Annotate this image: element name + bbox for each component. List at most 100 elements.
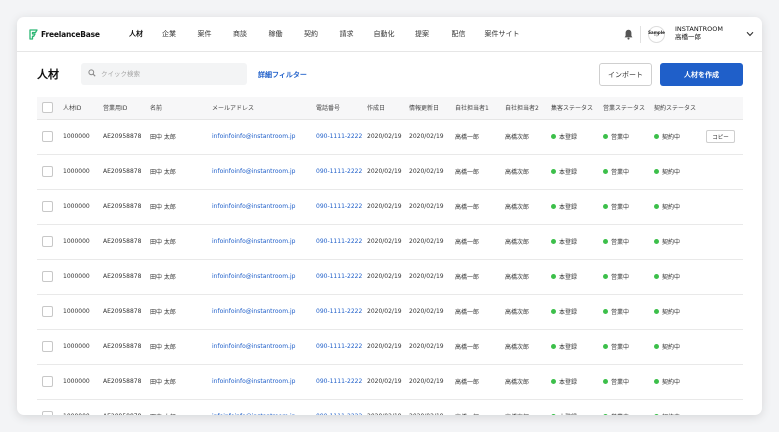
row-checkbox[interactable] <box>42 201 53 212</box>
search-input[interactable] <box>101 70 231 78</box>
nav-item-7[interactable]: 自動化 <box>364 17 404 52</box>
status-dot-icon <box>603 204 608 209</box>
cell-rep-2: 高橋次郎 <box>505 294 551 330</box>
chevron-down-icon[interactable] <box>746 31 754 37</box>
nav-item-10[interactable]: 案件サイト <box>477 17 527 52</box>
notification-bell-icon[interactable] <box>624 29 633 40</box>
nav-item-2[interactable]: 案件 <box>187 17 222 52</box>
row-checkbox[interactable] <box>42 376 53 387</box>
import-button[interactable]: インポート <box>599 63 652 86</box>
company-avatar[interactable]: Sample logo <box>648 26 665 43</box>
cell-acquisition-status: 本登録 <box>551 154 603 190</box>
cell-contract-status: 契約中 <box>654 189 706 225</box>
status-dot-icon <box>654 414 659 415</box>
cell-rep-1: 高橋一郎 <box>455 189 505 225</box>
column-header: 自社担当者1 <box>455 97 505 120</box>
row-checkbox[interactable] <box>42 131 53 142</box>
table-row[interactable]: 1000000AE20958878田中 太郎infoinfoinfo@insta… <box>37 189 743 225</box>
status-dot-icon <box>654 134 659 139</box>
nav-item-9[interactable]: 配信 <box>440 17 477 52</box>
status-badge: 契約中 <box>654 237 706 246</box>
cell-email[interactable]: infoinfoinfo@instantroom.jp <box>212 224 316 260</box>
cell-sales-id: AE20958878 <box>103 224 150 260</box>
quick-search[interactable] <box>81 63 247 85</box>
copy-button[interactable]: コピー <box>706 130 735 143</box>
select-all-checkbox[interactable] <box>42 102 53 114</box>
status-label: 本登録 <box>559 309 578 316</box>
table-row[interactable]: 1000000AE20958878田中 太郎infoinfoinfo@insta… <box>37 154 743 190</box>
nav-item-6[interactable]: 請求 <box>329 17 364 52</box>
status-badge: 契約中 <box>654 412 706 415</box>
table-row[interactable]: 1000000AE20958878田中 太郎infoinfoinfo@insta… <box>37 399 743 415</box>
cell-email[interactable]: infoinfoinfo@instantroom.jp <box>212 294 316 330</box>
cell-phone[interactable]: 090-1111-2222 <box>316 224 367 260</box>
nav-item-3[interactable]: 商談 <box>222 17 258 52</box>
cell-phone[interactable]: 090-1111-2222 <box>316 329 367 365</box>
advanced-filter-link[interactable]: 詳細フィルター <box>258 70 307 80</box>
nav-item-4[interactable]: 稼働 <box>258 17 293 52</box>
cell-email[interactable]: infoinfoinfo@instantroom.jp <box>212 364 316 400</box>
cell-email[interactable]: infoinfoinfo@instantroom.jp <box>212 329 316 365</box>
row-action-cell: コピー <box>706 119 743 155</box>
table-row[interactable]: 1000000AE20958878田中 太郎infoinfoinfo@insta… <box>37 224 743 260</box>
cell-email[interactable]: infoinfoinfo@instantroom.jp <box>212 119 316 155</box>
cell-sales-id: AE20958878 <box>103 154 150 190</box>
cell-updated-date: 2020/02/19 <box>409 154 455 190</box>
table-row[interactable]: 1000000AE20958878田中 太郎infoinfoinfo@insta… <box>37 329 743 365</box>
cell-email[interactable]: infoinfoinfo@instantroom.jp <box>212 399 316 415</box>
nav-item-5[interactable]: 契約 <box>293 17 329 52</box>
column-header: 情報更新日 <box>409 97 455 120</box>
user-info[interactable]: INSTANTROOM 高橋一郎 <box>675 25 723 41</box>
cell-sales-status: 営業中 <box>603 154 654 190</box>
cell-contract-status: 契約中 <box>654 329 706 365</box>
table-row[interactable]: 1000000AE20958878田中 太郎infoinfoinfo@insta… <box>37 364 743 400</box>
cell-phone[interactable]: 090-1111-2222 <box>316 189 367 225</box>
row-checkbox[interactable] <box>42 411 53 415</box>
cell-phone[interactable]: 090-1111-2222 <box>316 399 367 415</box>
cell-updated-date: 2020/02/19 <box>409 119 455 155</box>
status-dot-icon <box>603 379 608 384</box>
cell-phone[interactable]: 090-1111-2222 <box>316 364 367 400</box>
cell-acquisition-status: 本登録 <box>551 294 603 330</box>
cell-sales-id: AE20958878 <box>103 119 150 155</box>
cell-sales-id: AE20958878 <box>103 329 150 365</box>
cell-name: 田中 太郎 <box>150 119 212 155</box>
cell-updated-date: 2020/02/19 <box>409 224 455 260</box>
status-label: 契約中 <box>662 379 681 386</box>
cell-contract-status: 契約中 <box>654 119 706 155</box>
status-badge: 本登録 <box>551 202 603 211</box>
cell-rep-1: 高橋一郎 <box>455 399 505 415</box>
status-badge: 契約中 <box>654 167 706 176</box>
nav-item-0[interactable]: 人材 <box>121 17 151 52</box>
row-checkbox[interactable] <box>42 271 53 282</box>
cell-phone[interactable]: 090-1111-2222 <box>316 259 367 295</box>
cell-phone[interactable]: 090-1111-2222 <box>316 119 367 155</box>
cell-email[interactable]: infoinfoinfo@instantroom.jp <box>212 189 316 225</box>
nav-item-1[interactable]: 企業 <box>151 17 187 52</box>
cell-email[interactable]: infoinfoinfo@instantroom.jp <box>212 259 316 295</box>
table-row[interactable]: 1000000AE20958878田中 太郎infoinfoinfo@insta… <box>37 119 743 155</box>
status-badge: 営業中 <box>603 202 654 211</box>
status-label: 契約中 <box>662 239 681 246</box>
cell-phone[interactable]: 090-1111-2222 <box>316 154 367 190</box>
cell-talent-id: 1000000 <box>63 329 103 365</box>
cell-talent-id: 1000000 <box>63 364 103 400</box>
status-badge: 本登録 <box>551 167 603 176</box>
column-header: 契約ステータス <box>654 97 706 120</box>
nav-item-8[interactable]: 提案 <box>404 17 440 52</box>
row-checkbox[interactable] <box>42 166 53 177</box>
row-select-cell <box>37 259 63 295</box>
row-checkbox[interactable] <box>42 306 53 317</box>
status-label: 本登録 <box>559 204 578 211</box>
cell-acquisition-status: 本登録 <box>551 364 603 400</box>
app-logo[interactable]: FreelanceBase <box>28 28 108 40</box>
column-header: 自社担当者2 <box>505 97 551 120</box>
cell-phone[interactable]: 090-1111-2222 <box>316 294 367 330</box>
row-checkbox[interactable] <box>42 236 53 247</box>
table-row[interactable]: 1000000AE20958878田中 太郎infoinfoinfo@insta… <box>37 259 743 295</box>
table-row[interactable]: 1000000AE20958878田中 太郎infoinfoinfo@insta… <box>37 294 743 330</box>
row-checkbox[interactable] <box>42 341 53 352</box>
cell-sales-id: AE20958878 <box>103 399 150 415</box>
create-talent-button[interactable]: 人材を作成 <box>660 63 743 86</box>
cell-email[interactable]: infoinfoinfo@instantroom.jp <box>212 154 316 190</box>
